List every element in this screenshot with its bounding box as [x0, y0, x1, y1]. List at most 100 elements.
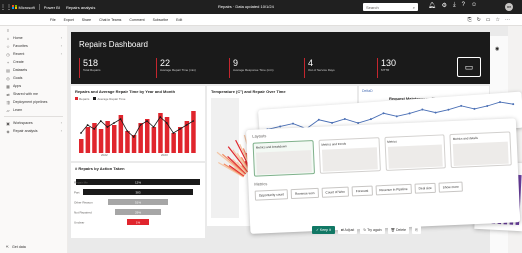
line-point [126, 130, 129, 132]
nav-item[interactable]: ▱ Learn [0, 106, 67, 114]
line-point [86, 124, 89, 126]
copilot-action-bar: ✓ Keep it ⇄ Adjust ↻ Try again 🗑︎ Delete… [312, 226, 421, 234]
ribbon-item-1[interactable]: Export [64, 18, 74, 22]
nav-get-data[interactable]: ⇱ Get data [6, 245, 26, 249]
help-icon[interactable]: ? [462, 2, 465, 9]
avg-repair-time-line [80, 116, 194, 138]
top-bar: ⋮⋮ Microsoft Power BI Repairs analysis R… [0, 0, 522, 14]
line-point [139, 124, 142, 126]
funnel-label: Repair Me [74, 181, 88, 185]
funnel-value: 29% [135, 211, 141, 215]
more-options-icon[interactable]: ⋯ [505, 17, 510, 23]
workspace-label: Workspaces [13, 121, 33, 125]
try-again-button[interactable]: ↻ Try again [360, 226, 385, 234]
chevron-right-icon: › [60, 36, 62, 40]
ribbon-item-6[interactable]: Edit [176, 18, 182, 22]
bar [171, 133, 176, 153]
workspace-breadcrumb[interactable]: Repairs analysis [66, 5, 95, 10]
nav-item[interactable]: ◎ Goals [0, 74, 67, 82]
bar [118, 115, 124, 153]
nav-icon: ▦ [6, 83, 10, 89]
action-taken-chart[interactable]: # Repairs by Action Taken Repair Me 12% Pa… [71, 163, 205, 238]
nav-item[interactable]: ◷ Recent › [0, 50, 67, 58]
nav-icon: ⇶ [6, 99, 10, 105]
app-launcher-icon[interactable]: ⋮⋮ [0, 4, 12, 11]
chart-legend: Repairs Average Repair Time [71, 97, 205, 101]
nav-item[interactable]: ⌂ Home › [0, 34, 67, 42]
feedback-icon[interactable]: ☺ [471, 2, 477, 9]
kpi-value: 518 [83, 58, 99, 68]
copy-icon[interactable]: ⎘ [412, 226, 421, 234]
metric-chip[interactable]: Count of Won [321, 186, 350, 198]
metric-chip[interactable]: Show more [438, 181, 464, 193]
funnel-plot: Repair Me 12% Part 383 Other Reason 51% Not Re… [74, 179, 200, 225]
view-icon[interactable]: ▭ [486, 17, 491, 23]
layout-thumbnail [255, 150, 312, 175]
bar [79, 139, 84, 153]
microsoft-label: Microsoft [18, 4, 35, 10]
keep-button[interactable]: ✓ Keep it [312, 226, 335, 234]
nav-item[interactable]: ▦ Apps [0, 82, 67, 90]
ribbon-item-5[interactable]: Subscribe [153, 18, 169, 22]
favorite-icon[interactable]: ☆ [496, 17, 500, 23]
adjust-button[interactable]: ⇄ Adjust [337, 226, 358, 234]
line-point [152, 126, 155, 128]
metric-chip[interactable]: Opportunity count [254, 189, 289, 201]
workspace-item[interactable]: ◈ Repair analysis › [0, 127, 67, 135]
avatar[interactable]: MB [505, 3, 513, 11]
visibility-icon[interactable]: ◉ [495, 46, 499, 52]
bookmark-icon[interactable]: ⎘ [468, 17, 472, 23]
app-name[interactable]: Power BI [44, 5, 60, 10]
overlay-point [395, 115, 398, 118]
ribbon-item-0[interactable]: File [50, 18, 56, 22]
repairs-combo-chart[interactable]: Repairs and Average Repair Time by Year … [71, 86, 205, 161]
settings-icon[interactable]: ⚙ [442, 2, 447, 9]
funnel-value: 12% [135, 181, 141, 185]
refresh-icon[interactable]: ↻ [477, 17, 481, 23]
metric-chip[interactable]: Revenue won [290, 187, 319, 200]
line-point [99, 120, 102, 122]
nav-item[interactable]: ☆ Favorites › [0, 42, 67, 50]
layout-card-label: Metrics [387, 139, 397, 144]
layout-thumbnail [321, 147, 378, 172]
nav-item-label: Home [13, 36, 23, 40]
layout-card[interactable]: Metrics and trends [318, 137, 381, 174]
adjust-label: Adjust [344, 228, 355, 232]
legend-repairs: Repairs [75, 97, 89, 101]
left-nav: ≡ ⌂ Home › ☆ Favorites › ◷ Recent › + Create ▤ Datas… [0, 26, 68, 253]
line-point [113, 122, 115, 124]
layout-card[interactable]: Metrics [383, 134, 447, 171]
nav-item[interactable]: ⇶ Deployment pipelines [0, 98, 67, 106]
chat-icon[interactable]: ▭ [457, 57, 481, 77]
layout-card[interactable]: Metrics and breakdown [252, 140, 315, 177]
metric-chip[interactable]: Deal size [414, 182, 436, 194]
notifications-icon[interactable]: 🔔︎ [428, 2, 436, 9]
bar [125, 131, 130, 153]
ribbon-item-2[interactable]: Share [82, 18, 91, 22]
ribbon-item-3[interactable]: Chat in Teams [99, 18, 121, 22]
ribbon-item-4[interactable]: Comment [129, 18, 144, 22]
nav-icon: ▤ [6, 67, 10, 73]
legend-avg-label: Average Repair Time [97, 97, 126, 101]
nav-item[interactable]: + Create [0, 58, 67, 66]
line-point [179, 128, 181, 130]
layout-card[interactable]: Metrics and details [449, 131, 512, 169]
nav-item-label: Recent [13, 52, 25, 56]
workspace-label: Repair analysis [13, 129, 38, 133]
workspace-item[interactable]: ▣ Workspaces › [0, 119, 67, 127]
metric-chip[interactable]: Revenue in Pipeline [375, 183, 412, 196]
hamburger-icon: ≡ [6, 27, 10, 33]
document-title[interactable]: Repairs · Data updated 10/1/24 [218, 4, 274, 9]
kpi-value: 9 [233, 58, 239, 68]
download-icon[interactable]: ⤓ [453, 2, 456, 9]
nav-item[interactable]: ⇄ Shared with me [0, 90, 67, 98]
metric-chip[interactable]: Forecast [351, 185, 373, 197]
nav-item[interactable]: ▤ Datasets [0, 66, 67, 74]
funnel-label: Part [74, 191, 80, 195]
kpi-card: 22 Average Repair Time (min) [156, 58, 196, 78]
workspace-icon: ◈ [6, 128, 10, 134]
kpi-label: MTTR [381, 68, 390, 72]
nav-collapse[interactable]: ≡ [0, 26, 67, 34]
delete-button[interactable]: 🗑︎ Delete [387, 226, 410, 234]
search-box[interactable]: Search ⌕ [363, 3, 418, 11]
